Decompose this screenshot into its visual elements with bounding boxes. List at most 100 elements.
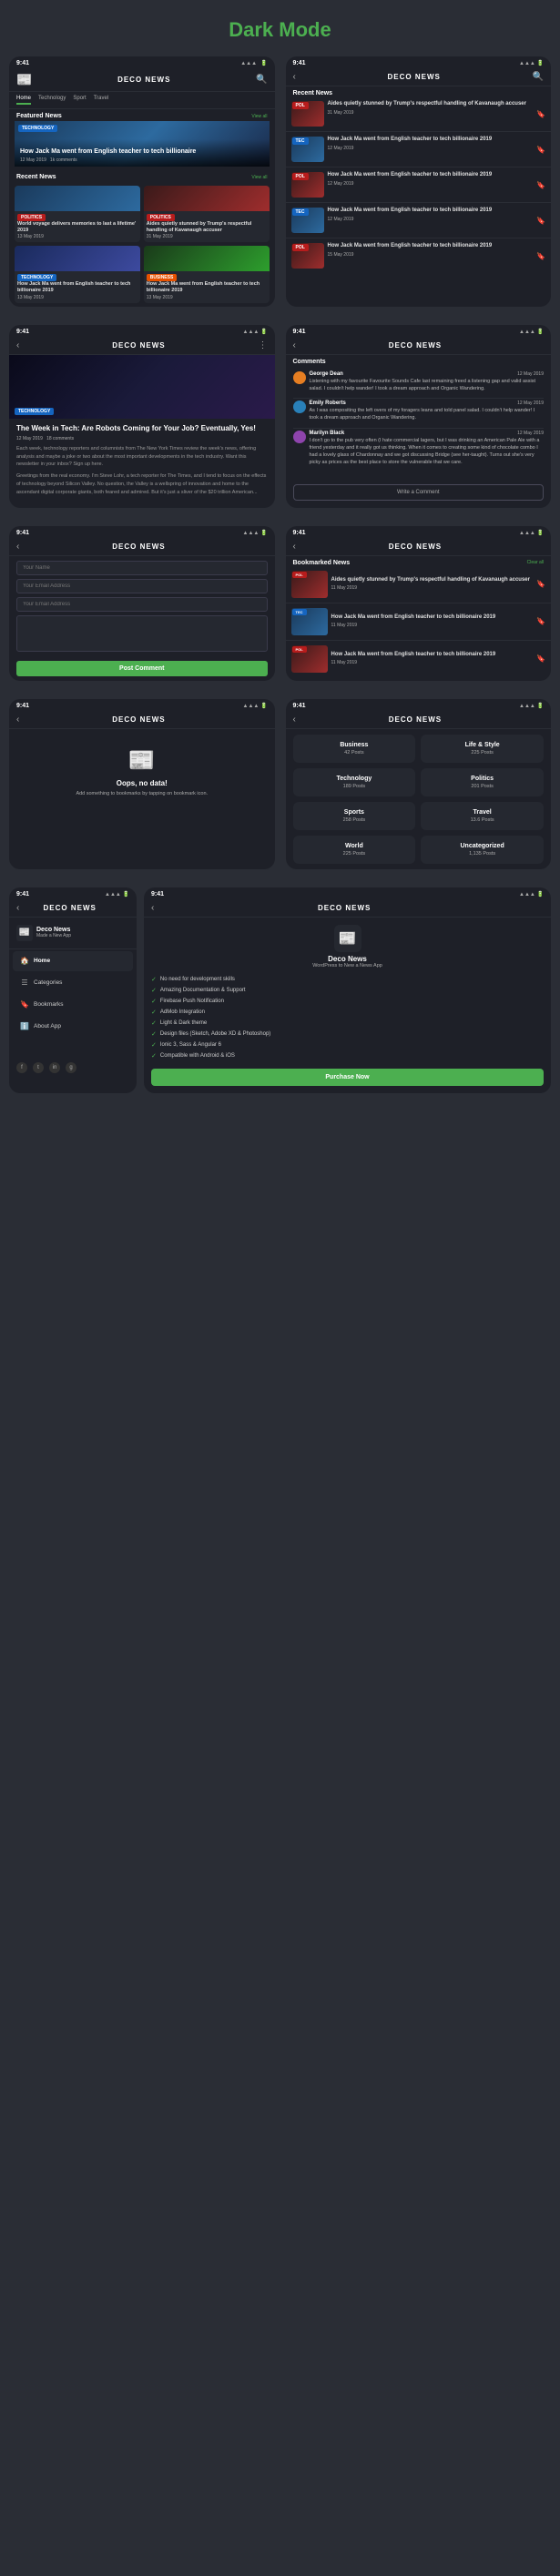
bookmark-icon-3[interactable]: 🔖 — [536, 217, 545, 225]
write-comment-button[interactable]: Write a Comment — [293, 484, 545, 501]
app-header-s3: ‹ DECO NEWS ⋮ — [9, 337, 275, 355]
nav-tabs-s1: Home Technology Sport Travel — [9, 92, 275, 109]
thumb-1: TEC — [291, 137, 324, 162]
article-body: The Week in Tech: Are Robots Coming for … — [9, 419, 275, 502]
article-row-3[interactable]: TEC How Jack Ma went from English teache… — [286, 205, 552, 236]
bookmark-icon-4[interactable]: 🔖 — [536, 252, 545, 260]
recent-card-4[interactable]: BUSINESS How Jack Ma went from English t… — [144, 246, 270, 302]
linkedin-icon[interactable]: in — [49, 1062, 60, 1073]
bookmarked-0[interactable]: POL Aides quietly stunned by Trump's res… — [286, 568, 552, 601]
category-business[interactable]: Business 42 Posts — [293, 735, 416, 763]
article-row-0[interactable]: POL Aides quietly stunned by Trump's res… — [286, 98, 552, 129]
comment-textarea[interactable] — [16, 615, 268, 652]
bookmarked-2[interactable]: POL How Jack Ma went from English teache… — [286, 643, 552, 675]
bookmarked-info-1: How Jack Ma went from English teacher to… — [331, 614, 534, 629]
badge-4: POL — [292, 244, 309, 251]
bookmark-del-0[interactable]: 🔖 — [536, 580, 545, 588]
card-body-1: POLITICS World voyage delivers memories … — [15, 211, 140, 242]
category-lifestyle[interactable]: Life & Style 225 Posts — [421, 735, 544, 763]
search-icon-s2[interactable]: 🔍 — [533, 72, 544, 82]
nav-technology[interactable]: Technology — [38, 96, 66, 105]
email-input-2[interactable] — [16, 597, 268, 612]
sidebar-item-bookmarks[interactable]: 🔖 Bookmarks — [13, 995, 133, 1015]
avatar-0 — [293, 371, 306, 384]
category-technology[interactable]: Technology 189 Posts — [293, 768, 416, 796]
bookmarked-1[interactable]: TEC How Jack Ma went from English teache… — [286, 605, 552, 638]
sidebar-logo: 📰 Deco News Made a New App — [9, 918, 137, 949]
back-icon-s2[interactable]: ‹ — [293, 72, 296, 82]
recent-card-3[interactable]: TECHNOLOGY How Jack Ma went from English… — [15, 246, 140, 302]
article-badge: TECHNOLOGY — [15, 408, 54, 415]
back-icon-s8[interactable]: ‹ — [293, 715, 296, 725]
check-icon-5: ✓ — [151, 1030, 157, 1038]
thumb-3: TEC — [291, 208, 324, 233]
about-icon: ℹ️ — [20, 1022, 29, 1031]
article-row-4[interactable]: POL How Jack Ma went from English teache… — [286, 240, 552, 271]
bookmark-del-2[interactable]: 🔖 — [536, 654, 545, 663]
recent-card-1[interactable]: POLITICS World voyage delivers memories … — [15, 186, 140, 242]
nav-home[interactable]: Home — [16, 96, 31, 105]
article-info-4: How Jack Ma went from English teacher to… — [328, 243, 534, 269]
home-icon: 🏠 — [20, 957, 29, 966]
bookmark-icon-2[interactable]: 🔖 — [536, 181, 545, 189]
back-icon-s3[interactable]: ‹ — [16, 340, 19, 350]
screen-bookmarked: 9:41 ▲▲▲ 🔋 ‹ DECO NEWS Bookmarked News C… — [286, 526, 552, 681]
category-politics[interactable]: Politics 201 Posts — [421, 768, 544, 796]
check-icon-4: ✓ — [151, 1019, 157, 1027]
bookmarked-list: POL Aides quietly stunned by Trump's res… — [286, 568, 552, 675]
sidebar-menu: 🏠 Home ☰ Categories 🔖 Bookmarks ℹ️ About… — [9, 951, 137, 1037]
recent-card-2[interactable]: POLITICS Aides quietly stunned by Trump'… — [144, 186, 270, 242]
nav-sport[interactable]: Sport — [73, 96, 86, 105]
bookmark-del-1[interactable]: 🔖 — [536, 617, 545, 625]
google-icon[interactable]: g — [66, 1062, 76, 1073]
screen-article-detail: 9:41 ▲▲▲ 🔋 ‹ DECO NEWS ⋮ TECHNOLOGY The … — [9, 325, 275, 508]
sidebar-purchase-row: 9:41 ▲▲▲ 🔋 ‹ DECO NEWS 📰 Deco News Made … — [0, 887, 560, 1104]
category-world[interactable]: World 225 Posts — [293, 836, 416, 864]
featured-meta: 12 May 2019 1k comments — [20, 157, 264, 163]
featured-section-header: Featured News View all — [9, 109, 275, 121]
category-sports[interactable]: Sports 258 Posts — [293, 802, 416, 830]
purchase-content: 📰 Deco News WordPress to New a News App … — [144, 918, 551, 1093]
purchase-now-button[interactable]: Purchase Now — [151, 1069, 544, 1086]
article-info-1: How Jack Ma went from English teacher to… — [328, 137, 534, 162]
name-input[interactable] — [16, 561, 268, 575]
comment-0: George Dean 12 May 2019 Listening with m… — [293, 371, 545, 393]
card-image-3 — [15, 246, 140, 271]
back-icon-s7[interactable]: ‹ — [16, 715, 19, 725]
screen-recent-list: 9:41 ▲▲▲ 🔋 ‹ DECO NEWS 🔍 Recent News POL… — [286, 56, 552, 307]
card-body-2: POLITICS Aides quietly stunned by Trump'… — [144, 211, 270, 242]
email-input[interactable] — [16, 579, 268, 593]
signal-icons: ▲▲▲ 🔋 — [240, 60, 267, 66]
comment-divider-1 — [293, 428, 545, 429]
article-row-1[interactable]: TEC How Jack Ma went from English teache… — [286, 134, 552, 165]
sidebar-item-categories[interactable]: ☰ Categories — [13, 973, 133, 993]
twitter-icon[interactable]: t — [33, 1062, 44, 1073]
post-comment-button[interactable]: Post Comment — [16, 661, 268, 676]
check-icon-0: ✓ — [151, 976, 157, 983]
back-icon-sidebar[interactable]: ‹ — [16, 903, 19, 913]
categories-icon: ☰ — [20, 979, 29, 988]
category-travel[interactable]: Travel 13.6 Posts — [421, 802, 544, 830]
nav-travel[interactable]: Travel — [94, 96, 108, 105]
back-icon-s4[interactable]: ‹ — [293, 340, 296, 350]
app-header-s5: ‹ DECO NEWS — [9, 538, 275, 556]
back-icon-s6[interactable]: ‹ — [293, 542, 296, 552]
search-icon[interactable]: 🔍 — [256, 75, 267, 85]
bookmark-icon-1[interactable]: 🔖 — [536, 146, 545, 154]
card-badge-2: POLITICS — [147, 214, 175, 221]
thumb-4: POL — [291, 243, 324, 269]
article-row-2[interactable]: POL How Jack Ma went from English teache… — [286, 169, 552, 200]
feature-4: ✓ Light & Dark theme — [151, 1018, 544, 1029]
back-icon-purchase[interactable]: ‹ — [151, 903, 154, 913]
back-icon-s5[interactable]: ‹ — [16, 542, 19, 552]
bookmark-icon-0[interactable]: 🔖 — [536, 110, 545, 118]
comment-divider-0 — [293, 398, 545, 399]
status-bar-s4: 9:41 ▲▲▲ 🔋 — [286, 325, 552, 337]
sidebar-item-about[interactable]: ℹ️ About App — [13, 1017, 133, 1037]
facebook-icon[interactable]: f — [16, 1062, 27, 1073]
feature-1: ✓ Amazing Documentation & Support — [151, 985, 544, 996]
category-uncategorized[interactable]: Uncategorized 1,135 Posts — [421, 836, 544, 864]
recent-news-grid: POLITICS World voyage delivers memories … — [9, 182, 275, 307]
sidebar-item-home[interactable]: 🏠 Home — [13, 951, 133, 971]
more-icon-s3[interactable]: ⋮ — [259, 340, 268, 350]
